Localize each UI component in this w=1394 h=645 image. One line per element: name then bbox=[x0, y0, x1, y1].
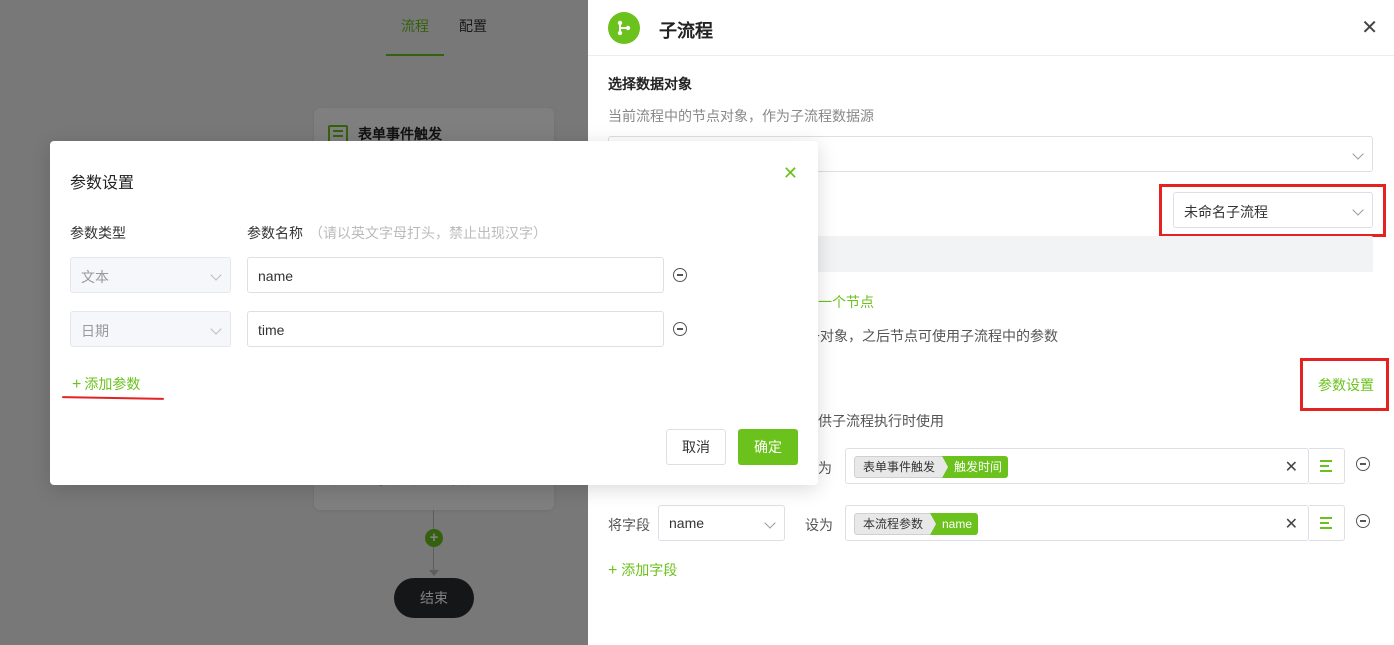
section-label: 选择数据对象 bbox=[608, 76, 692, 92]
chevron-down-icon bbox=[764, 517, 776, 529]
next-node-link[interactable]: 一个节点 bbox=[818, 292, 874, 312]
param-type-header: 参数类型 bbox=[70, 225, 126, 241]
params-description: 条对象，之后节点可使用子流程中的参数 bbox=[806, 328, 1058, 344]
param-name-header: 参数名称 （请以英文字母打头，禁止出现汉字） bbox=[247, 223, 547, 243]
subflow-icon bbox=[608, 12, 640, 44]
tag-source: 本流程参数 bbox=[854, 513, 941, 535]
param-name-value: time bbox=[258, 322, 285, 338]
chevron-down-icon bbox=[210, 269, 222, 281]
value-tag-input[interactable]: 本流程参数 name ✕ bbox=[845, 505, 1309, 541]
confirm-button[interactable]: 确定 bbox=[738, 429, 798, 465]
chevron-down-icon bbox=[1352, 148, 1364, 160]
field-select[interactable]: name bbox=[658, 505, 785, 541]
remove-param-icon[interactable] bbox=[673, 322, 687, 336]
highlight-underline bbox=[61, 396, 165, 400]
add-field-button[interactable]: + 添加字段 bbox=[608, 560, 677, 580]
param-type-select[interactable]: 日期 bbox=[70, 311, 231, 347]
drawer-header: 子流程 ✕ bbox=[588, 0, 1394, 56]
param-type-select[interactable]: 文本 bbox=[70, 257, 231, 293]
set-as-label: 为 bbox=[818, 460, 832, 476]
field-prefix-label: 将字段 bbox=[608, 517, 650, 533]
remove-param-icon[interactable] bbox=[673, 268, 687, 282]
value-tag-input[interactable]: 表单事件触发 触发时间 ✕ bbox=[845, 448, 1309, 484]
add-param-button[interactable]: + 添加参数 bbox=[72, 374, 140, 394]
field-select-value: name bbox=[669, 515, 705, 531]
set-as-label: 设为 bbox=[805, 517, 833, 533]
format-button[interactable] bbox=[1309, 448, 1345, 484]
param-name-value: name bbox=[258, 268, 294, 284]
pass-description: 供子流程执行时使用 bbox=[818, 413, 944, 429]
param-name-hint: （请以英文字母打头，禁止出现汉字） bbox=[309, 225, 547, 241]
tag-value: 触发时间 bbox=[942, 456, 1009, 478]
add-field-label: 添加字段 bbox=[621, 562, 678, 578]
clear-icon[interactable]: ✕ bbox=[1285, 514, 1298, 534]
add-param-label: 添加参数 bbox=[84, 376, 141, 392]
format-button[interactable] bbox=[1309, 505, 1345, 541]
modal-title: 参数设置 bbox=[70, 175, 135, 192]
tag-source: 表单事件触发 bbox=[854, 456, 953, 478]
plus-icon: + bbox=[72, 376, 82, 393]
chevron-down-icon bbox=[210, 323, 222, 335]
param-type-value: 日期 bbox=[81, 323, 109, 339]
section-description: 当前流程中的节点对象，作为子流程数据源 bbox=[608, 108, 874, 124]
close-icon[interactable]: ✕ bbox=[783, 163, 798, 184]
param-name-label: 参数名称 bbox=[247, 225, 303, 241]
highlight-box bbox=[1300, 358, 1389, 411]
param-type-value: 文本 bbox=[81, 269, 109, 285]
plus-icon: + bbox=[608, 562, 618, 579]
param-settings-modal: 参数设置 ✕ 参数类型 参数名称 （请以英文字母打头，禁止出现汉字） 文本 nam… bbox=[50, 141, 818, 485]
remove-row-icon[interactable] bbox=[1356, 514, 1370, 528]
tag-value: name bbox=[930, 513, 979, 535]
remove-row-icon[interactable] bbox=[1356, 457, 1370, 471]
param-name-input[interactable]: name bbox=[247, 257, 664, 293]
cancel-button[interactable]: 取消 bbox=[666, 429, 726, 465]
param-name-input[interactable]: time bbox=[247, 311, 664, 347]
highlight-box bbox=[1159, 184, 1386, 237]
drawer-title: 子流程 bbox=[659, 21, 713, 41]
close-icon[interactable]: ✕ bbox=[1361, 18, 1378, 38]
clear-icon[interactable]: ✕ bbox=[1285, 457, 1298, 477]
